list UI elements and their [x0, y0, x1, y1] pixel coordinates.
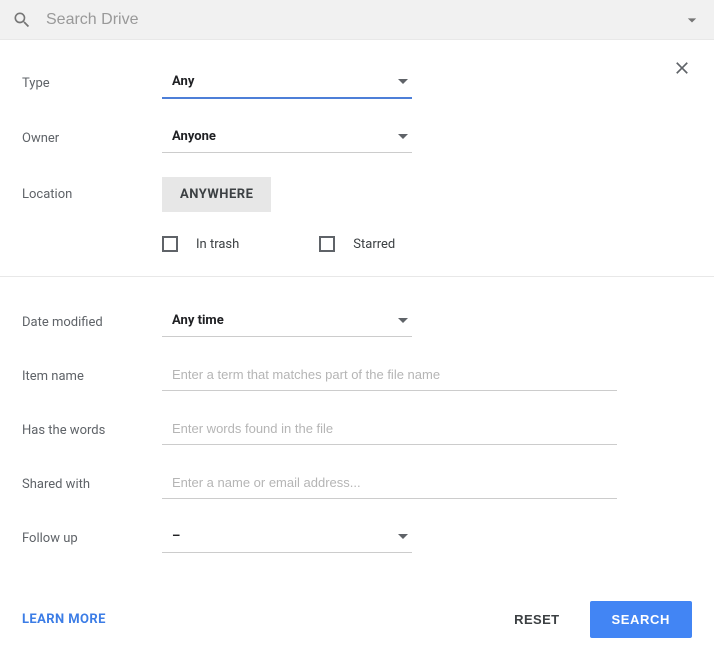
- item-name-label: Item name: [22, 369, 162, 384]
- search-input[interactable]: [46, 11, 682, 29]
- caret-down-icon: [398, 79, 408, 84]
- divider: [0, 276, 714, 277]
- starred-checkbox[interactable]: Starred: [319, 236, 395, 252]
- type-label: Type: [22, 76, 162, 91]
- type-value: Any: [172, 74, 194, 89]
- follow-up-value: –: [172, 529, 180, 544]
- location-chip[interactable]: ANYWHERE: [162, 177, 271, 212]
- date-modified-label: Date modified: [22, 315, 162, 330]
- checkbox-icon: [319, 236, 335, 252]
- follow-up-select[interactable]: –: [162, 523, 412, 553]
- footer-actions: RESET SEARCH: [508, 601, 692, 638]
- follow-up-label: Follow up: [22, 531, 162, 546]
- owner-select[interactable]: Anyone: [162, 123, 412, 153]
- search-icon: [12, 10, 32, 30]
- learn-more-link[interactable]: LEARN MORE: [22, 612, 106, 627]
- caret-down-icon: [398, 318, 408, 323]
- search-bar: [0, 0, 714, 40]
- checkbox-icon: [162, 236, 178, 252]
- reset-button[interactable]: RESET: [508, 602, 565, 637]
- starred-label: Starred: [353, 237, 395, 252]
- close-icon[interactable]: [672, 58, 692, 78]
- type-select[interactable]: Any: [162, 68, 412, 99]
- owner-label: Owner: [22, 131, 162, 146]
- search-button[interactable]: SEARCH: [590, 601, 693, 638]
- caret-down-icon: [398, 134, 408, 139]
- location-label: Location: [22, 187, 162, 202]
- advanced-search-panel: Type Any Owner Anyone Location ANYWHERE …: [0, 40, 714, 658]
- search-options-icon[interactable]: [682, 10, 702, 30]
- date-modified-select[interactable]: Any time: [162, 307, 412, 337]
- date-modified-value: Any time: [172, 313, 224, 328]
- caret-down-icon: [398, 534, 408, 539]
- in-trash-label: In trash: [196, 237, 239, 252]
- has-words-label: Has the words: [22, 423, 162, 438]
- in-trash-checkbox[interactable]: In trash: [162, 236, 239, 252]
- footer: LEARN MORE RESET SEARCH: [22, 601, 692, 638]
- owner-value: Anyone: [172, 129, 216, 144]
- shared-with-input[interactable]: [162, 469, 617, 499]
- has-words-input[interactable]: [162, 415, 617, 445]
- item-name-input[interactable]: [162, 361, 617, 391]
- shared-with-label: Shared with: [22, 477, 162, 492]
